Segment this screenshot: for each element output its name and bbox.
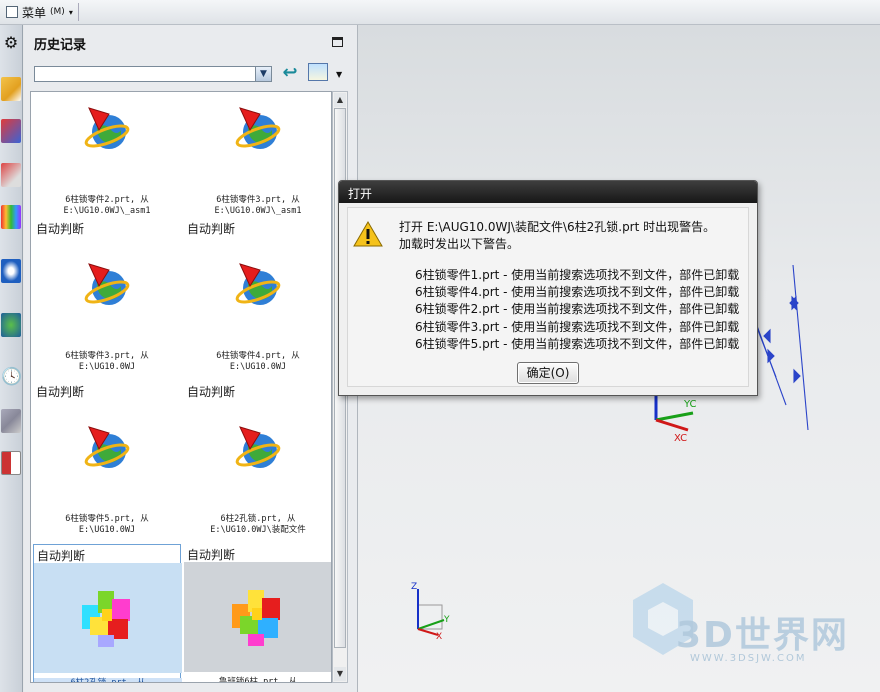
history-item-header: 自动判断 [36,385,85,399]
history-item[interactable]: 6柱锁零件2.prt, 从 E:\UG10.0WJ\_asm1 [33,92,181,222]
scroll-up-icon[interactable]: ▲ [334,93,346,107]
wireframe-model [752,264,809,431]
menu-label: 菜单 [22,5,47,20]
history-item-header: 自动判断 [187,222,236,236]
roles-icon[interactable] [1,451,21,475]
triad-x-label: X [436,632,443,642]
menu-icon [6,6,18,18]
nx-part-icon [83,104,131,152]
assembly-navigator-icon[interactable] [1,77,21,101]
history-item[interactable]: 自动判断 6柱锁零件5.prt, 从 E:\UG10.0WJ [33,381,181,541]
triad-yc-label: YC [684,399,697,410]
warning-line: 6柱锁零件1.prt - 使用当前搜索选项找不到文件，部件已卸载 [415,268,740,282]
absolute-triad [417,589,445,636]
dialog-title: 打开 [348,187,373,201]
gear-icon[interactable]: ⚙ [1,31,21,55]
history-item-header: 自动判断 [37,549,86,563]
history-item-header: 自动判断 [36,222,85,236]
chevron-down-icon[interactable]: ▼ [255,67,271,81]
dialog-titlebar[interactable]: 打开 [339,181,757,203]
history-item-path: E:\UG10.0WJ\_asm1 [214,206,302,216]
warning-line: 6柱锁零件2.prt - 使用当前搜索选项找不到文件，部件已卸载 [415,302,740,317]
scroll-down-icon[interactable]: ▼ [334,667,346,681]
model-thumbnail [34,563,182,673]
warning-line: 6柱锁零件5.prt - 使用当前搜索选项找不到文件，部件已卸载 [415,336,740,351]
history-filter-dropdown[interactable]: ▼ [34,66,272,82]
system-scene-icon[interactable] [1,313,21,337]
history-item-path: E:\UG10.0WJ\装配文件 [210,525,306,535]
history-item[interactable]: 自动判断6柱2孔锁.prt, 从E:\AUG10.0WJ\装配文件 [33,544,182,682]
maximize-icon[interactable] [332,37,343,47]
reuse-library-icon[interactable] [1,205,21,229]
history-item-path: E:\UG10.0WJ\_asm1 [63,206,151,216]
nx-part-icon [83,260,131,308]
part-navigator-icon[interactable] [1,163,21,187]
menu-accel: (M) [50,7,65,17]
chevron-down-icon[interactable]: ▼ [336,70,342,79]
history-item[interactable]: 自动判断 6柱锁零件3.prt, 从 E:\UG10.0WJ [33,218,181,378]
warning-line: 6柱锁零件4.prt - 使用当前搜索选项找不到文件，部件已卸载 [415,285,740,300]
history-item-path: E:\UG10.0WJ [78,525,136,535]
nx-part-icon [234,260,282,308]
history-item[interactable]: 自动判断鲁班锁6柱.prt, 从E:\AUG10.0WJ [184,544,331,683]
nx-part-icon [83,423,131,471]
watermark-url: WWW.3DSJW.COM [690,653,807,664]
history-clock-icon[interactable]: 🕓 [1,365,22,389]
menu-button[interactable]: 菜单 (M) ▾ [2,2,77,22]
return-arrow-icon[interactable]: ↩ [280,63,300,83]
warning-dialog: 打开 打开 E:\AUG10.0WJ\装配文件\6柱2孔锁.prt 时出现警告。… [338,180,758,396]
history-item-header: 自动判断 [187,385,236,399]
history-item[interactable]: 自动判断 6柱锁零件4.prt, 从 E:\UG10.0WJ [184,218,331,378]
history-item-path: E:\UG10.0WJ [229,362,287,372]
menu-bar: 菜单 (M) ▾ [0,0,880,25]
history-item[interactable]: 自动判断 6柱2孔锁.prt, 从 E:\UG10.0WJ\装配文件 [184,381,331,541]
warning-icon [353,221,383,247]
history-item-header: 自动判断 [187,548,236,562]
dialog-message: 打开 E:\AUG10.0WJ\装配文件\6柱2孔锁.prt 时出现警告。 [399,220,716,234]
nx-part-icon [234,104,282,152]
history-item-filename: 6柱锁零件3.prt, 从 [216,195,300,205]
history-item-filename: 6柱2孔锁.prt, 从 [220,514,296,524]
history-item[interactable]: 6柱锁零件3.prt, 从 E:\UG10.0WJ\_asm1 [184,92,331,222]
history-item-filename: 鲁班锁6柱.prt, 从 [218,677,298,683]
nx-part-icon [234,423,282,471]
history-item-path: E:\UG10.0WJ [78,362,136,372]
watermark-brand: 3D世界网 [676,615,849,656]
history-item-filename: 6柱锁零件5.prt, 从 [65,514,149,524]
history-item-filename: 6柱锁零件3.prt, 从 [65,351,149,361]
resource-bar: ⚙ 🕓 [0,25,23,692]
model-thumbnail [184,562,331,672]
dialog-submessage: 加载时发出以下警告。 [399,237,520,251]
history-panel: 历史记录 ▼ ↩ ▼ 6柱锁零件2.prt, 从 E:\UG10.0WJ\_asm… [24,25,358,692]
ok-button[interactable]: 确定(O) [517,362,579,384]
triad-y-label: Y [444,615,450,625]
process-studio-icon[interactable] [1,409,21,433]
web-browser-icon[interactable] [1,259,21,283]
history-item-filename: 6柱锁零件2.prt, 从 [65,195,149,205]
panel-title: 历史记录 [34,38,87,53]
triad-z-label: Z [411,582,418,592]
image-view-icon[interactable] [308,63,328,81]
menu-separator [78,3,79,21]
history-grid: 6柱锁零件2.prt, 从 E:\UG10.0WJ\_asm1 6柱锁零件3.prt… [30,91,332,683]
history-item-filename: 6柱锁零件4.prt, 从 [216,351,300,361]
constraint-navigator-icon[interactable] [1,119,21,143]
history-item-filename: 6柱2孔锁.prt, 从 [34,678,182,682]
triad-xc-label: XC [674,433,688,444]
warning-line: 6柱锁零件3.prt - 使用当前搜索选项找不到文件，部件已卸载 [415,319,740,334]
warning-details: 6柱锁零件1.prt - 使用当前搜索选项找不到文件，部件已卸载 6柱锁零件4.… [415,267,739,353]
chevron-down-icon: ▾ [68,7,73,17]
